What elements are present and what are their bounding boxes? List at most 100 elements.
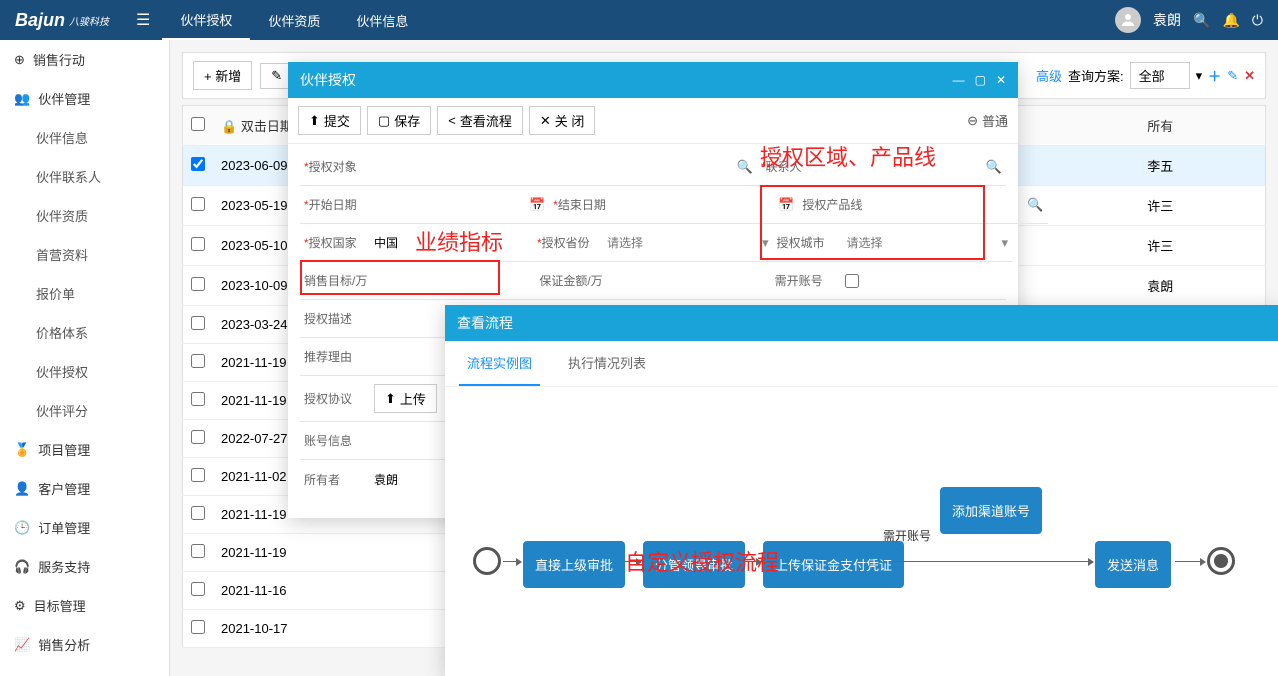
sidebar-sub-partner-qual[interactable]: 伙伴资质: [0, 196, 169, 235]
auth-target-input[interactable]: [374, 160, 737, 174]
select-all-checkbox[interactable]: [191, 117, 205, 131]
row-checkbox[interactable]: [191, 430, 205, 444]
row-checkbox[interactable]: [191, 506, 205, 520]
sidebar-item-order[interactable]: 🕒订单管理: [0, 508, 169, 547]
normal-label: 普通: [982, 111, 1008, 130]
chevron-down-icon[interactable]: ▾: [1002, 235, 1009, 251]
row-checkbox[interactable]: [191, 237, 205, 251]
flow-node-1[interactable]: 直接上级审批: [523, 541, 625, 588]
row-checkbox[interactable]: [191, 544, 205, 558]
target-icon: ⊕: [14, 52, 25, 68]
close-icon[interactable]: ✕: [1244, 68, 1255, 84]
dialog-title: 伙伴授权: [300, 70, 356, 90]
sidebar-item-sales-action[interactable]: ⊕销售行动: [0, 40, 169, 79]
start-date-input[interactable]: [374, 198, 529, 212]
x-icon: ✕: [540, 113, 551, 129]
bell-icon[interactable]: 🔔: [1222, 12, 1239, 29]
add-button[interactable]: + 新增: [193, 61, 252, 90]
tab-partner-auth[interactable]: 伙伴授权: [162, 0, 250, 40]
sidebar-item-service[interactable]: 🎧服务支持: [0, 547, 169, 586]
sales-target-input[interactable]: [374, 274, 531, 288]
chevron-down-icon[interactable]: ▾: [762, 235, 769, 251]
sidebar-sub-partner-score[interactable]: 伙伴评分: [0, 391, 169, 430]
sidebar-sub-quote[interactable]: 报价单: [0, 274, 169, 313]
search-icon[interactable]: 🔍: [1193, 12, 1210, 29]
search-sfx-icon[interactable]: 🔍: [986, 159, 1002, 175]
auth-city-select[interactable]: [847, 236, 1002, 250]
cell-owner: 许三: [1139, 186, 1265, 226]
sidebar-sub-partner-auth[interactable]: 伙伴授权: [0, 352, 169, 391]
sidebar-item-customer[interactable]: 👤客户管理: [0, 469, 169, 508]
deposit-input[interactable]: [609, 274, 766, 288]
cell-owner: 袁朗: [1139, 266, 1265, 306]
row-checkbox[interactable]: [191, 316, 205, 330]
search-sfx-icon[interactable]: 🔍: [737, 159, 753, 175]
calendar-icon[interactable]: 📅: [529, 197, 545, 213]
close-button[interactable]: ✕关 闭: [529, 106, 596, 135]
row-checkbox[interactable]: [191, 157, 205, 171]
flow-node-3[interactable]: 上传保证金支付凭证: [763, 541, 904, 588]
search-sfx-icon[interactable]: 🔍: [1027, 197, 1043, 213]
minimize-icon[interactable]: —: [953, 73, 965, 87]
row-checkbox[interactable]: [191, 277, 205, 291]
account-info-label: 账号信息: [304, 432, 374, 449]
flow-node-4[interactable]: 添加渠道账号: [940, 487, 1042, 534]
owner-label: 所有者: [304, 471, 374, 488]
contact-input[interactable]: [831, 160, 986, 174]
auth-product-input[interactable]: [872, 198, 1027, 212]
flow-node-5[interactable]: 发送消息: [1095, 541, 1171, 588]
close-dialog-icon[interactable]: ✕: [996, 73, 1006, 87]
auth-province-select[interactable]: [607, 236, 762, 250]
sidebar-sub-partner-contact[interactable]: 伙伴联系人: [0, 157, 169, 196]
maximize-icon[interactable]: ▢: [975, 73, 986, 87]
flow-tab-list[interactable]: 执行情况列表: [560, 341, 654, 386]
sidebar-item-project[interactable]: 🏅项目管理: [0, 430, 169, 469]
need-account-label: 需开账号: [775, 272, 845, 289]
sidebar-item-goal[interactable]: ⚙目标管理: [0, 586, 169, 625]
col-owner[interactable]: 所有: [1139, 106, 1265, 146]
minus-circle-icon[interactable]: ⊖: [967, 113, 978, 129]
flow-node-2[interactable]: 分管领导审批: [643, 541, 745, 588]
auth-province-label: 授权省份: [537, 234, 607, 251]
auth-city-label: 授权城市: [777, 234, 847, 251]
flow-tab-diagram[interactable]: 流程实例图: [459, 341, 540, 386]
tab-partner-qual[interactable]: 伙伴资质: [250, 0, 338, 40]
avatar[interactable]: [1115, 7, 1141, 33]
sidebar-sub-partner-info[interactable]: 伙伴信息: [0, 118, 169, 157]
sidebar-item-partner-mgmt[interactable]: 👥伙伴管理: [0, 79, 169, 118]
row-checkbox[interactable]: [191, 620, 205, 634]
plus-icon[interactable]: ＋: [1208, 66, 1221, 85]
menu-toggle-icon[interactable]: ☰: [124, 10, 162, 30]
need-account-checkbox[interactable]: [845, 274, 859, 288]
start-date-label: 开始日期: [304, 196, 374, 213]
auth-country-input[interactable]: [374, 236, 529, 250]
auth-desc-label: 授权描述: [304, 310, 374, 327]
tab-partner-info[interactable]: 伙伴信息: [338, 0, 426, 40]
col-date[interactable]: 双击日期: [241, 119, 293, 134]
sidebar-sub-price-system[interactable]: 价格体系: [0, 313, 169, 352]
chevron-down-icon[interactable]: ▾: [1196, 68, 1203, 84]
row-checkbox[interactable]: [191, 468, 205, 482]
view-flow-button[interactable]: <查看流程: [437, 106, 523, 135]
row-checkbox[interactable]: [191, 392, 205, 406]
person-icon: 👤: [14, 481, 30, 497]
logo: Bajun 八骏科技: [0, 10, 124, 31]
calendar-icon[interactable]: 📅: [778, 197, 794, 213]
row-checkbox[interactable]: [191, 354, 205, 368]
end-date-input[interactable]: [623, 198, 778, 212]
sidebar-sub-first-material[interactable]: 首营资料: [0, 235, 169, 274]
save-button[interactable]: ▢保存: [367, 106, 431, 135]
pencil-icon[interactable]: ✎: [1227, 68, 1238, 84]
flow-canvas: 直接上级审批 分管领导审批 上传保证金支付凭证 需开账号 添加渠道账号 发送消息: [445, 387, 1278, 667]
sidebar-item-analysis[interactable]: 📈销售分析: [0, 625, 169, 664]
power-icon[interactable]: ⏻: [1252, 12, 1263, 29]
row-checkbox[interactable]: [191, 197, 205, 211]
submit-button[interactable]: ⬆提交: [298, 106, 361, 135]
flow-start-node: [473, 547, 501, 575]
row-checkbox[interactable]: [191, 582, 205, 596]
user-name: 袁朗: [1153, 10, 1181, 30]
query-plan-select[interactable]: 全部: [1130, 62, 1190, 89]
medal-icon: 🏅: [14, 442, 30, 458]
advanced-link[interactable]: 高级: [1036, 66, 1062, 85]
upload-button[interactable]: ⬆上传: [374, 384, 437, 413]
